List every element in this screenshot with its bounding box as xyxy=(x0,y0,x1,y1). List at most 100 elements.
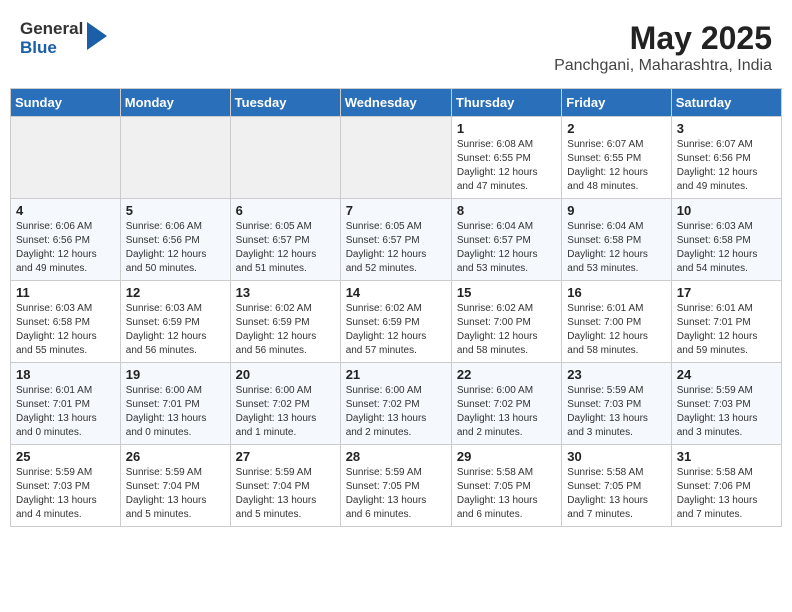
page-header: General Blue May 2025 Panchgani, Maharas… xyxy=(10,10,782,80)
title-area: May 2025 Panchgani, Maharashtra, India xyxy=(554,20,772,75)
day-detail: Sunrise: 6:07 AM Sunset: 6:55 PM Dayligh… xyxy=(567,138,665,194)
calendar-cell: 19 Sunrise: 6:00 AM Sunset: 7:01 PM Dayli… xyxy=(120,363,230,445)
day-detail: Sunrise: 5:59 AM Sunset: 7:03 PM Dayligh… xyxy=(567,384,665,440)
day-detail: Sunrise: 6:01 AM Sunset: 7:00 PM Dayligh… xyxy=(567,302,665,358)
day-detail: Sunrise: 6:07 AM Sunset: 6:56 PM Dayligh… xyxy=(677,138,776,194)
day-number: 24 xyxy=(677,367,776,382)
day-number: 26 xyxy=(126,449,225,464)
day-header-tuesday: Tuesday xyxy=(230,89,340,117)
day-detail: Sunrise: 6:01 AM Sunset: 7:01 PM Dayligh… xyxy=(16,384,115,440)
calendar-week-5: 25 Sunrise: 5:59 AM Sunset: 7:03 PM Dayli… xyxy=(11,445,782,527)
day-number: 6 xyxy=(236,203,335,218)
calendar-cell: 15 Sunrise: 6:02 AM Sunset: 7:00 PM Dayli… xyxy=(451,281,561,363)
calendar-cell: 5Sunrise: 6:06 AM Sunset: 6:56 PM Daylig… xyxy=(120,199,230,281)
day-detail: Sunrise: 6:02 AM Sunset: 7:00 PM Dayligh… xyxy=(457,302,556,358)
day-number: 19 xyxy=(126,367,225,382)
day-number: 30 xyxy=(567,449,665,464)
logo-general: General xyxy=(20,20,83,39)
day-detail: Sunrise: 6:04 AM Sunset: 6:58 PM Dayligh… xyxy=(567,220,665,276)
day-detail: Sunrise: 6:00 AM Sunset: 7:02 PM Dayligh… xyxy=(346,384,446,440)
day-detail: Sunrise: 6:02 AM Sunset: 6:59 PM Dayligh… xyxy=(346,302,446,358)
logo: General Blue xyxy=(20,20,107,57)
calendar-cell: 17Sunrise: 6:01 AM Sunset: 7:01 PM Dayli… xyxy=(671,281,781,363)
day-number: 2 xyxy=(567,121,665,136)
day-number: 15 xyxy=(457,285,556,300)
calendar-cell xyxy=(230,117,340,199)
day-header-monday: Monday xyxy=(120,89,230,117)
logo-text: General Blue xyxy=(20,20,83,57)
day-number: 31 xyxy=(677,449,776,464)
day-detail: Sunrise: 6:03 AM Sunset: 6:59 PM Dayligh… xyxy=(126,302,225,358)
day-detail: Sunrise: 5:59 AM Sunset: 7:03 PM Dayligh… xyxy=(16,466,115,522)
day-number: 23 xyxy=(567,367,665,382)
day-header-wednesday: Wednesday xyxy=(340,89,451,117)
calendar-cell: 1 Sunrise: 6:08 AM Sunset: 6:55 PM Daylig… xyxy=(451,117,561,199)
day-number: 17 xyxy=(677,285,776,300)
calendar-cell xyxy=(11,117,121,199)
day-detail: Sunrise: 5:59 AM Sunset: 7:05 PM Dayligh… xyxy=(346,466,446,522)
calendar-cell: 20 Sunrise: 6:00 AM Sunset: 7:02 PM Dayli… xyxy=(230,363,340,445)
calendar-cell: 13 Sunrise: 6:02 AM Sunset: 6:59 PM Dayli… xyxy=(230,281,340,363)
day-number: 14 xyxy=(346,285,446,300)
day-detail: Sunrise: 5:58 AM Sunset: 7:05 PM Dayligh… xyxy=(567,466,665,522)
day-number: 11 xyxy=(16,285,115,300)
calendar-header: SundayMondayTuesdayWednesdayThursdayFrid… xyxy=(11,89,782,117)
day-number: 1 xyxy=(457,121,556,136)
calendar-cell: 23 Sunrise: 5:59 AM Sunset: 7:03 PM Dayli… xyxy=(562,363,671,445)
calendar-cell: 11 Sunrise: 6:03 AM Sunset: 6:58 PM Dayli… xyxy=(11,281,121,363)
day-number: 16 xyxy=(567,285,665,300)
day-number: 5 xyxy=(126,203,225,218)
day-detail: Sunrise: 5:59 AM Sunset: 7:04 PM Dayligh… xyxy=(126,466,225,522)
calendar-table: SundayMondayTuesdayWednesdayThursdayFrid… xyxy=(10,88,782,527)
calendar-cell: 27Sunrise: 5:59 AM Sunset: 7:04 PM Dayli… xyxy=(230,445,340,527)
page-title: May 2025 xyxy=(554,20,772,57)
day-number: 8 xyxy=(457,203,556,218)
calendar-week-2: 4 Sunrise: 6:06 AM Sunset: 6:56 PM Daylig… xyxy=(11,199,782,281)
day-number: 9 xyxy=(567,203,665,218)
day-detail: Sunrise: 6:04 AM Sunset: 6:57 PM Dayligh… xyxy=(457,220,556,276)
day-detail: Sunrise: 6:03 AM Sunset: 6:58 PM Dayligh… xyxy=(16,302,115,358)
day-detail: Sunrise: 5:58 AM Sunset: 7:06 PM Dayligh… xyxy=(677,466,776,522)
day-detail: Sunrise: 6:00 AM Sunset: 7:02 PM Dayligh… xyxy=(236,384,335,440)
day-number: 12 xyxy=(126,285,225,300)
day-detail: Sunrise: 6:02 AM Sunset: 6:59 PM Dayligh… xyxy=(236,302,335,358)
day-detail: Sunrise: 6:00 AM Sunset: 7:01 PM Dayligh… xyxy=(126,384,225,440)
calendar-cell: 7Sunrise: 6:05 AM Sunset: 6:57 PM Daylig… xyxy=(340,199,451,281)
calendar-cell: 10Sunrise: 6:03 AM Sunset: 6:58 PM Dayli… xyxy=(671,199,781,281)
calendar-cell: 26 Sunrise: 5:59 AM Sunset: 7:04 PM Dayli… xyxy=(120,445,230,527)
day-detail: Sunrise: 5:59 AM Sunset: 7:03 PM Dayligh… xyxy=(677,384,776,440)
calendar-cell: 21 Sunrise: 6:00 AM Sunset: 7:02 PM Dayli… xyxy=(340,363,451,445)
day-detail: Sunrise: 5:58 AM Sunset: 7:05 PM Dayligh… xyxy=(457,466,556,522)
calendar-cell xyxy=(340,117,451,199)
calendar-cell: 4 Sunrise: 6:06 AM Sunset: 6:56 PM Daylig… xyxy=(11,199,121,281)
calendar-cell: 18Sunrise: 6:01 AM Sunset: 7:01 PM Dayli… xyxy=(11,363,121,445)
day-detail: Sunrise: 6:03 AM Sunset: 6:58 PM Dayligh… xyxy=(677,220,776,276)
calendar-cell: 8 Sunrise: 6:04 AM Sunset: 6:57 PM Daylig… xyxy=(451,199,561,281)
calendar-cell: 12 Sunrise: 6:03 AM Sunset: 6:59 PM Dayli… xyxy=(120,281,230,363)
day-number: 13 xyxy=(236,285,335,300)
calendar-cell: 31 Sunrise: 5:58 AM Sunset: 7:06 PM Dayli… xyxy=(671,445,781,527)
calendar-cell: 24 Sunrise: 5:59 AM Sunset: 7:03 PM Dayli… xyxy=(671,363,781,445)
logo-blue: Blue xyxy=(20,39,83,58)
day-detail: Sunrise: 6:08 AM Sunset: 6:55 PM Dayligh… xyxy=(457,138,556,194)
calendar-cell: 22Sunrise: 6:00 AM Sunset: 7:02 PM Dayli… xyxy=(451,363,561,445)
day-detail: Sunrise: 6:05 AM Sunset: 6:57 PM Dayligh… xyxy=(236,220,335,276)
day-number: 25 xyxy=(16,449,115,464)
calendar-cell: 30 Sunrise: 5:58 AM Sunset: 7:05 PM Dayli… xyxy=(562,445,671,527)
calendar-week-3: 11 Sunrise: 6:03 AM Sunset: 6:58 PM Dayli… xyxy=(11,281,782,363)
header-row: SundayMondayTuesdayWednesdayThursdayFrid… xyxy=(11,89,782,117)
day-number: 29 xyxy=(457,449,556,464)
page-subtitle: Panchgani, Maharashtra, India xyxy=(554,57,772,75)
calendar-cell xyxy=(120,117,230,199)
day-header-saturday: Saturday xyxy=(671,89,781,117)
calendar-cell: 2 Sunrise: 6:07 AM Sunset: 6:55 PM Daylig… xyxy=(562,117,671,199)
day-number: 22 xyxy=(457,367,556,382)
day-number: 20 xyxy=(236,367,335,382)
calendar-week-4: 18Sunrise: 6:01 AM Sunset: 7:01 PM Dayli… xyxy=(11,363,782,445)
calendar-cell: 25 Sunrise: 5:59 AM Sunset: 7:03 PM Dayli… xyxy=(11,445,121,527)
day-number: 28 xyxy=(346,449,446,464)
day-number: 4 xyxy=(16,203,115,218)
logo-arrow-icon xyxy=(87,22,107,55)
day-detail: Sunrise: 6:06 AM Sunset: 6:56 PM Dayligh… xyxy=(16,220,115,276)
day-number: 21 xyxy=(346,367,446,382)
